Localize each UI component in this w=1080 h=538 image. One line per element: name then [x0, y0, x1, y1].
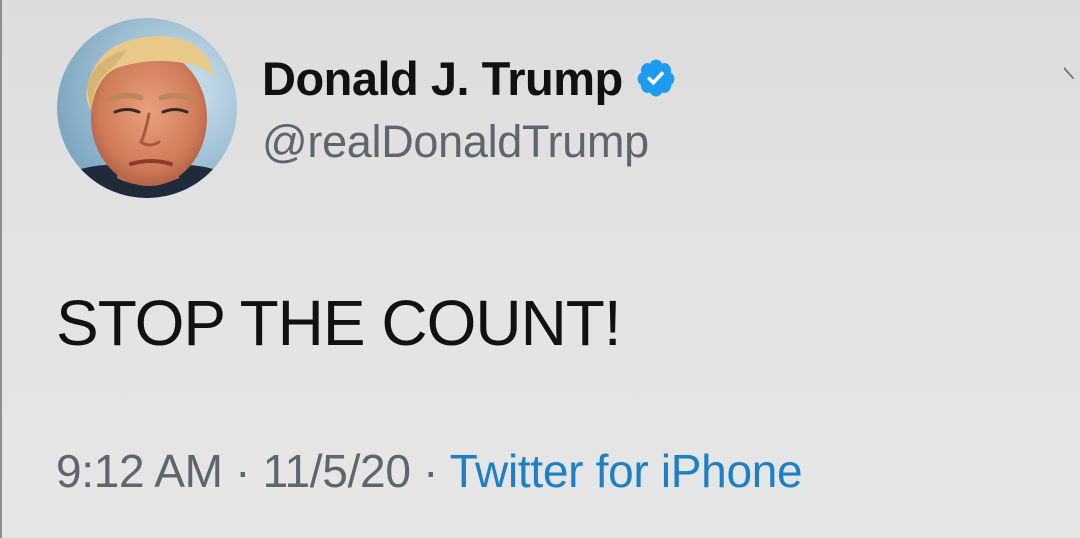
tweet-source-link[interactable]: Twitter for iPhone	[450, 445, 803, 497]
author-display-name[interactable]: Donald J. Trump	[262, 51, 623, 106]
meta-separator: ·	[423, 445, 450, 497]
window-edge	[0, 0, 2, 538]
tweet-text: STOP THE COUNT!	[56, 287, 622, 359]
author-name-row[interactable]: Donald J. Trump	[262, 50, 677, 106]
tweet-date[interactable]: 11/5/20	[263, 445, 411, 497]
avatar[interactable]	[57, 18, 237, 198]
meta-separator: ·	[235, 445, 263, 497]
tweet-metadata: 9:12 AM · 11/5/20 · Twitter for iPhone	[56, 444, 803, 498]
tweet-card: Donald J. Trump @realDonaldTrump STOP TH…	[0, 0, 1080, 538]
tweet-time[interactable]: 9:12 AM	[56, 445, 223, 497]
author-handle[interactable]: @realDonaldTrump	[262, 116, 649, 168]
verified-badge-icon	[637, 59, 675, 97]
chevron-down-icon[interactable]	[1064, 64, 1078, 86]
